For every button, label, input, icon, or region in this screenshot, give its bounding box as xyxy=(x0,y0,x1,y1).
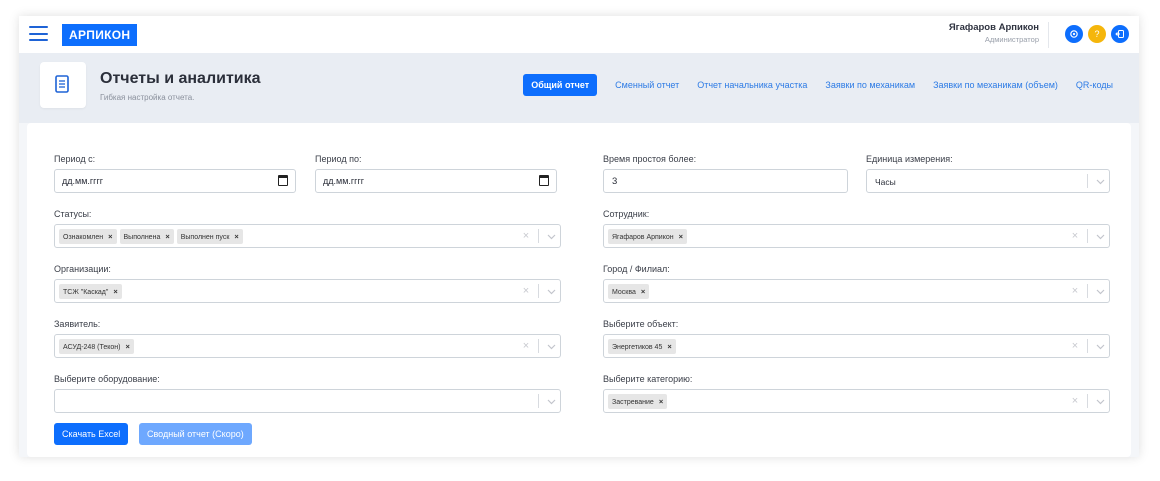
object-tag: Энергетиков 45 × xyxy=(608,339,676,354)
status-tag: Выполнен пуск × xyxy=(176,229,243,244)
unit-select[interactable]: Часы xyxy=(866,169,1110,193)
user-name: Ягафаров Арпикон xyxy=(948,22,1039,33)
tag-label: Застревание xyxy=(612,399,654,406)
organizations-label: Организации: xyxy=(54,264,111,274)
clear-icon[interactable]: × xyxy=(1067,230,1083,242)
period-to-input[interactable]: дд.мм.гггг xyxy=(315,169,557,193)
chevron-down-icon[interactable] xyxy=(1092,227,1109,245)
report-form-card: Период с: дд.мм.гггг Период по: дд.мм.гг… xyxy=(27,123,1131,457)
tab-general-report[interactable]: Общий отчет xyxy=(523,74,598,96)
tag-label: Ягафаров Арпикон xyxy=(612,234,674,241)
remove-tag-icon[interactable]: × xyxy=(659,397,663,406)
clear-icon[interactable]: × xyxy=(1067,395,1083,407)
remove-tag-icon[interactable]: × xyxy=(126,342,130,351)
remove-tag-icon[interactable]: × xyxy=(679,232,683,241)
period-from-label: Период с: xyxy=(54,154,96,164)
brand-logo[interactable]: АРПИКОН xyxy=(62,24,138,46)
tag-label: Энергетиков 45 xyxy=(612,344,663,351)
statuses-select[interactable]: Ознакомлен × Выполнена × Выполнен пуск × × xyxy=(54,224,561,248)
clear-icon[interactable]: × xyxy=(1067,285,1083,297)
tab-requests-by-mechanics-volume[interactable]: Заявки по механикам (объем) xyxy=(933,80,1058,90)
equipment-select[interactable] xyxy=(54,389,561,413)
chevron-down-icon[interactable] xyxy=(1092,392,1109,410)
chevron-down-icon[interactable] xyxy=(543,227,560,245)
object-label: Выберите объект: xyxy=(603,319,679,329)
top-bar: АРПИКОН Ягафаров Арпикон Администратор ? xyxy=(19,16,1139,53)
tab-requests-by-mechanics[interactable]: Заявки по механикам xyxy=(825,80,915,90)
gear-icon[interactable] xyxy=(1065,25,1083,43)
page-subtitle: Гибкая настройка отчета. xyxy=(100,93,195,102)
help-icon[interactable]: ? xyxy=(1088,25,1106,43)
status-tag: Ознакомлен × xyxy=(59,229,117,244)
chevron-down-icon[interactable] xyxy=(1092,172,1109,190)
remove-tag-icon[interactable]: × xyxy=(108,232,112,241)
report-icon xyxy=(40,62,86,108)
city-label: Город / Филиал: xyxy=(603,264,670,274)
period-from-input[interactable]: дд.мм.гггг xyxy=(54,169,296,193)
tab-site-chief-report[interactable]: Отчет начальника участка xyxy=(697,80,807,90)
employee-select[interactable]: Ягафаров Арпикон × × xyxy=(603,224,1110,248)
applicant-select[interactable]: АСУД-248 (Текон) × × xyxy=(54,334,561,358)
statuses-label: Статусы: xyxy=(54,209,92,219)
summary-report-button[interactable]: Сводный отчет (Скоро) xyxy=(139,423,252,445)
clear-icon[interactable]: × xyxy=(518,285,534,297)
downtime-value: 3 xyxy=(612,176,618,187)
chevron-down-icon[interactable] xyxy=(543,282,560,300)
remove-tag-icon[interactable]: × xyxy=(113,287,117,296)
object-select[interactable]: Энергетиков 45 × × xyxy=(603,334,1110,358)
period-to-label: Период по: xyxy=(315,154,362,164)
period-from-placeholder: дд.мм.гггг xyxy=(62,176,104,186)
calendar-icon[interactable] xyxy=(278,175,288,186)
chevron-down-icon[interactable] xyxy=(543,392,560,410)
equipment-label: Выберите оборудование: xyxy=(54,374,160,384)
remove-tag-icon[interactable]: × xyxy=(234,232,238,241)
menu-icon[interactable] xyxy=(29,26,48,41)
applicant-tag: АСУД-248 (Текон) × xyxy=(59,339,134,354)
employee-tag: Ягафаров Арпикон × xyxy=(608,229,688,244)
unit-value: Часы xyxy=(875,177,896,187)
tag-label: ТСЖ "Каскад" xyxy=(63,289,109,296)
clear-icon[interactable]: × xyxy=(518,230,534,242)
chevron-down-icon[interactable] xyxy=(543,337,560,355)
tag-label: Выполнена xyxy=(123,234,161,241)
tag-label: Москва xyxy=(612,289,636,296)
period-to-placeholder: дд.мм.гггг xyxy=(323,176,365,186)
city-tag: Москва × xyxy=(608,284,650,299)
clear-icon[interactable]: × xyxy=(1067,340,1083,352)
downtime-input[interactable]: 3 xyxy=(603,169,848,193)
tab-qr-codes[interactable]: QR-коды xyxy=(1076,80,1113,90)
remove-tag-icon[interactable]: × xyxy=(165,232,169,241)
user-role: Администратор xyxy=(984,35,1039,44)
remove-tag-icon[interactable]: × xyxy=(667,342,671,351)
app-window: АРПИКОН Ягафаров Арпикон Администратор ?… xyxy=(19,16,1139,457)
report-tabs: Общий отчет Сменный отчет Отчет начальни… xyxy=(523,74,1113,96)
tab-shift-report[interactable]: Сменный отчет xyxy=(615,80,679,90)
remove-tag-icon[interactable]: × xyxy=(641,287,645,296)
category-label: Выберите категорию: xyxy=(603,374,693,384)
unit-label: Единица измерения: xyxy=(866,154,953,164)
download-excel-button[interactable]: Скачать Excel xyxy=(54,423,129,445)
status-tag: Выполнена × xyxy=(119,229,174,244)
logout-icon[interactable] xyxy=(1111,25,1129,43)
chevron-down-icon[interactable] xyxy=(1092,282,1109,300)
downtime-label: Время простоя более: xyxy=(603,154,697,164)
category-tag: Застревание × xyxy=(608,394,668,409)
city-select[interactable]: Москва × × xyxy=(603,279,1110,303)
organization-tag: ТСЖ "Каскад" × xyxy=(59,284,122,299)
user-info[interactable]: Ягафаров Арпикон Администратор xyxy=(949,22,1049,48)
page-header: Отчеты и аналитика Гибкая настройка отче… xyxy=(19,53,1139,123)
employee-label: Сотрудник: xyxy=(603,209,650,219)
organizations-select[interactable]: ТСЖ "Каскад" × × xyxy=(54,279,561,303)
clear-icon[interactable]: × xyxy=(518,340,534,352)
tag-label: Ознакомлен xyxy=(63,234,104,241)
applicant-label: Заявитель: xyxy=(54,319,101,329)
tag-label: АСУД-248 (Текон) xyxy=(63,344,121,351)
tag-label: Выполнен пуск xyxy=(180,234,230,241)
page-title: Отчеты и аналитика xyxy=(100,70,261,87)
chevron-down-icon[interactable] xyxy=(1092,337,1109,355)
calendar-icon[interactable] xyxy=(539,175,549,186)
category-select[interactable]: Застревание × × xyxy=(603,389,1110,413)
